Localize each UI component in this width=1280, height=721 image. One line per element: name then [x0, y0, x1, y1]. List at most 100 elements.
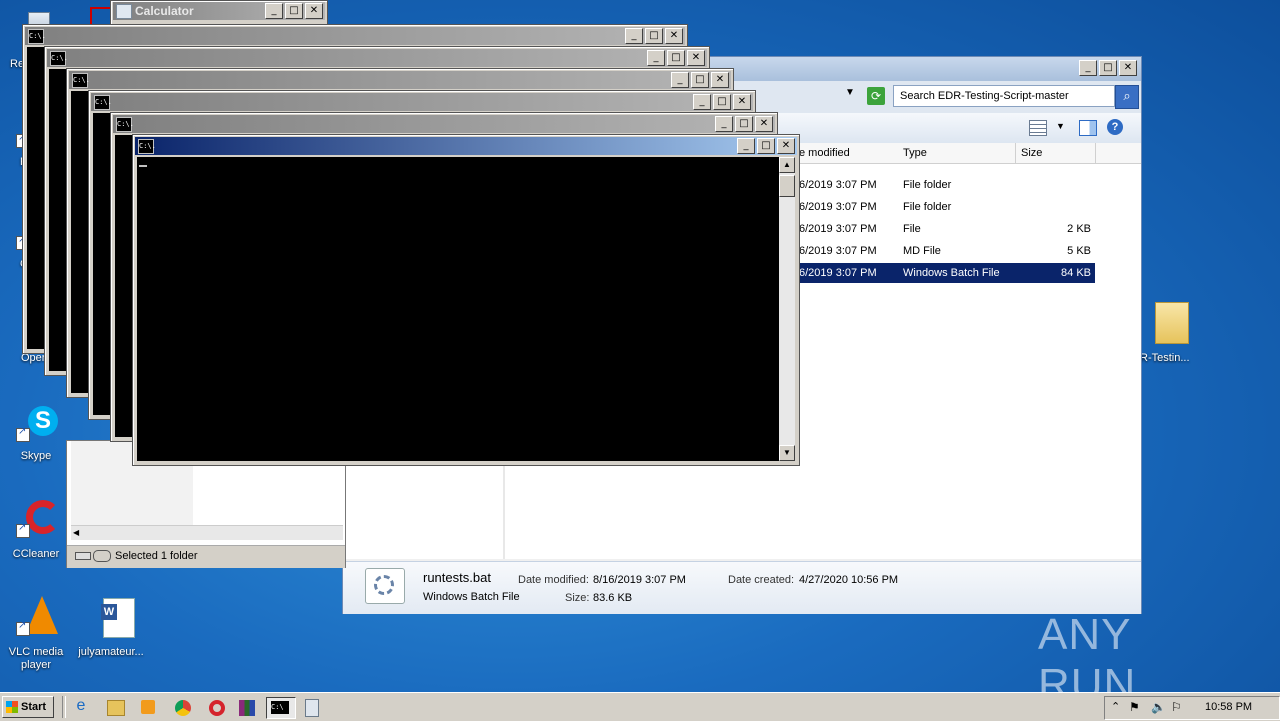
maximize-button[interactable]: □ — [1099, 60, 1117, 76]
cmd-window-active[interactable]: C:\. _ □ ✕ ▲ ▼ — [132, 134, 800, 466]
cmd-icon: C:\ — [271, 701, 289, 714]
cmd-titlebar[interactable]: C:\. _ □ ✕ — [91, 93, 753, 111]
desktop-icon-word-document[interactable]: W julyamateur... — [78, 596, 144, 658]
taskbar-item-cmd[interactable]: C:\ — [266, 697, 296, 719]
taskbar: Start e C:\ ⌃ ⚑ 🔈 ⚐ 10:58 PM — [0, 692, 1280, 721]
row-type: File folder — [903, 179, 952, 191]
batch-file-icon — [365, 568, 405, 604]
search-input[interactable]: Search EDR-Testing-Script-master — [893, 85, 1115, 107]
view-options-icon[interactable] — [1029, 120, 1047, 136]
calculator-titlebar[interactable]: Calculator _ □ ✕ — [113, 2, 325, 20]
desktop-icon-folder[interactable]: R-Testin... — [1134, 296, 1200, 364]
maximize-button[interactable]: □ — [645, 28, 663, 44]
minimize-button[interactable]: _ — [625, 28, 643, 44]
help-icon[interactable]: ? — [1107, 119, 1123, 135]
search-placeholder: Search EDR-Testing-Script-master — [900, 90, 1069, 102]
cmd-icon: C:\. — [116, 117, 134, 132]
status-bar: Selected 1 folder — [67, 545, 345, 568]
explorer-icon[interactable] — [104, 697, 126, 717]
table-row[interactable]: 6/2019 3:07 PM File folder — [795, 175, 1095, 195]
scroll-thumb[interactable] — [779, 175, 795, 197]
cmd-titlebar[interactable]: C:\. _ □ ✕ — [135, 137, 797, 155]
preview-pane-icon[interactable] — [1079, 120, 1097, 136]
close-button[interactable]: ✕ — [305, 3, 323, 19]
maximize-button[interactable]: □ — [285, 3, 303, 19]
cmd-titlebar[interactable]: C:\. _ □ ✕ — [25, 27, 685, 45]
scroll-left-icon[interactable]: ◀ — [73, 527, 83, 538]
calculator-title: Calculator — [135, 4, 194, 18]
minimize-button[interactable]: _ — [693, 94, 711, 110]
close-button[interactable]: ✕ — [755, 116, 773, 132]
console-output[interactable] — [137, 157, 779, 461]
skype-icon: S — [16, 402, 58, 442]
date-created-label: Date created: — [728, 574, 795, 586]
close-button[interactable]: ✕ — [711, 72, 729, 88]
desktop-icon-ccleaner[interactable]: CCleaner — [4, 498, 68, 560]
maximize-button[interactable]: □ — [735, 116, 753, 132]
minimize-button[interactable]: _ — [715, 116, 733, 132]
clock[interactable]: 10:58 PM — [1205, 701, 1252, 713]
calculator-icon[interactable] — [300, 697, 322, 717]
minimize-button[interactable]: _ — [1079, 60, 1097, 76]
horizontal-scrollbar[interactable]: ◀ — [71, 525, 343, 540]
volume-icon[interactable]: 🔈 — [1151, 700, 1166, 714]
cmd-titlebar[interactable]: C:\. _ □ ✕ — [113, 115, 775, 133]
cmd-icon: C:\. — [50, 51, 68, 66]
ie-icon[interactable]: e — [70, 697, 92, 717]
close-button[interactable]: ✕ — [777, 138, 795, 154]
maximize-button[interactable]: □ — [691, 72, 709, 88]
desktop-icon-label: Skype — [20, 450, 52, 462]
table-row[interactable]: 6/2019 3:07 PM File folder — [795, 197, 1095, 217]
chevron-down-icon[interactable]: ▼ — [1056, 121, 1065, 131]
maximize-button[interactable]: □ — [757, 138, 775, 154]
desktop-icon-skype[interactable]: S Skype — [4, 402, 68, 462]
chevron-down-icon[interactable]: ▼ — [845, 87, 855, 98]
winrar-icon[interactable] — [236, 697, 258, 717]
desktop-icon-label: R-Testin... — [1140, 352, 1190, 364]
drive-icon — [75, 552, 91, 560]
maximize-button[interactable]: □ — [667, 50, 685, 66]
scroll-down-icon[interactable]: ▼ — [779, 445, 795, 461]
details-pane: runtests.bat Windows Batch File Date mod… — [343, 561, 1141, 614]
chrome-icon[interactable] — [172, 697, 194, 717]
text-cursor — [139, 165, 147, 167]
table-row-selected[interactable]: 6/2019 3:07 PM Windows Batch File 84 KB — [795, 263, 1095, 283]
date-modified-label: Date modified: — [518, 574, 589, 586]
maximize-button[interactable]: □ — [713, 94, 731, 110]
minimize-button[interactable]: _ — [265, 3, 283, 19]
table-row[interactable]: 6/2019 3:07 PM File 2 KB — [795, 219, 1095, 239]
cmd-icon: C:\. — [138, 139, 156, 154]
close-button[interactable]: ✕ — [1119, 60, 1137, 76]
start-button[interactable]: Start — [2, 696, 54, 718]
row-type: File folder — [903, 201, 952, 213]
close-button[interactable]: ✕ — [733, 94, 751, 110]
start-label: Start — [21, 701, 47, 713]
vertical-scrollbar[interactable]: ▲ ▼ — [779, 157, 795, 461]
column-header-size[interactable]: Size — [1017, 143, 1096, 163]
table-row[interactable]: 6/2019 3:07 PM MD File 5 KB — [795, 241, 1095, 261]
opera-icon[interactable] — [206, 697, 228, 717]
minimize-button[interactable]: _ — [671, 72, 689, 88]
windows-logo-icon — [6, 701, 18, 713]
cmd-icon: C:\. — [28, 29, 46, 44]
minimize-button[interactable]: _ — [737, 138, 755, 154]
network-icon[interactable]: ⚐ — [1171, 700, 1182, 714]
search-icon[interactable]: ⌕ — [1115, 85, 1139, 109]
calculator-window[interactable]: Calculator _ □ ✕ — [110, 0, 328, 26]
column-header-date[interactable]: e modified — [795, 143, 900, 163]
cmd-titlebar[interactable]: C:\. _ □ ✕ — [69, 71, 731, 89]
column-header-type[interactable]: Type — [899, 143, 1016, 163]
scroll-up-icon[interactable]: ▲ — [779, 157, 795, 173]
desktop-icon-label: CCleaner — [12, 548, 60, 560]
show-hidden-icons-icon[interactable]: ⌃ — [1111, 700, 1120, 713]
close-button[interactable]: ✕ — [665, 28, 683, 44]
close-button[interactable]: ✕ — [687, 50, 705, 66]
folder-icon — [1147, 296, 1189, 344]
action-center-icon[interactable]: ⚑ — [1129, 700, 1140, 714]
minimize-button[interactable]: _ — [647, 50, 665, 66]
refresh-icon[interactable]: ⟳ — [867, 87, 885, 105]
cmd-titlebar[interactable]: C:\. _ □ ✕ — [47, 49, 707, 67]
desktop-icon-vlc[interactable]: VLC media player — [4, 596, 68, 671]
media-player-icon[interactable] — [138, 697, 160, 717]
row-date: 6/2019 3:07 PM — [799, 223, 877, 235]
